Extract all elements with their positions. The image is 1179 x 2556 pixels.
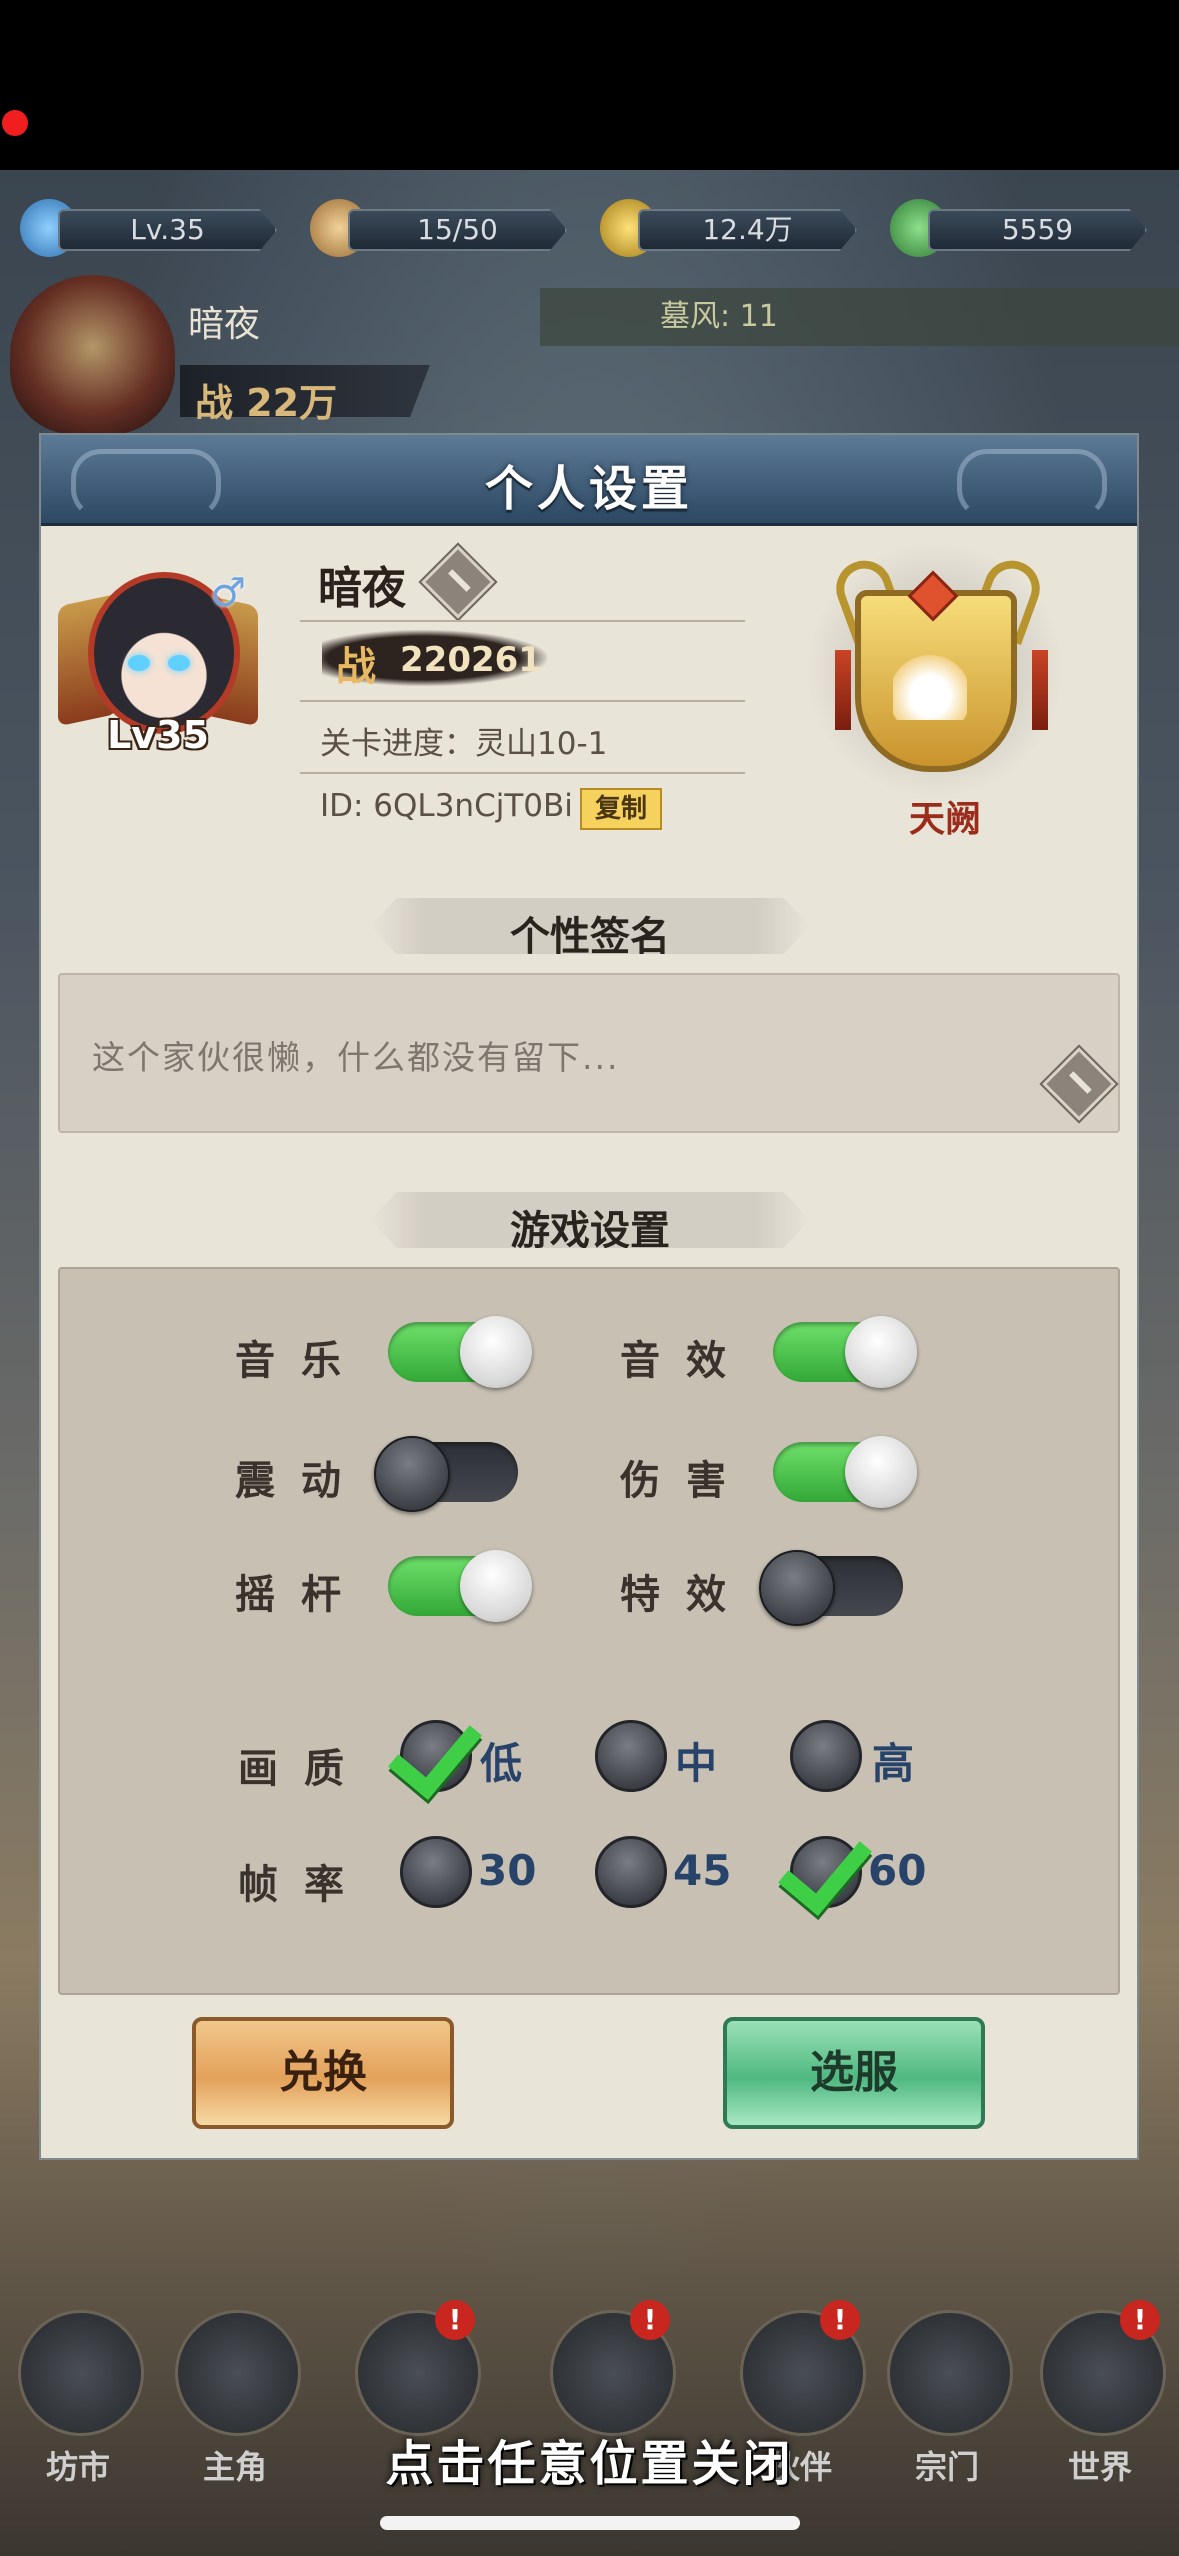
power-value: 220261 [400,640,542,680]
resource-coins[interactable]: 12.4万 [600,199,860,257]
toggle-joystick[interactable] [388,1550,532,1622]
framerate-60-radio[interactable] [778,1818,872,1916]
recording-indicator [2,110,28,136]
resource-stamina[interactable]: 15/50 [310,199,570,257]
player-id: ID: 6QL3nCjT0Bi [320,788,573,824]
avatar-eye-right [168,655,190,671]
framerate-label: 帧率 [238,1862,370,1908]
hero-icon [175,2310,301,2436]
market-icon [18,2310,144,2436]
emblem-tassel-left [835,650,851,730]
dialog-title: 个人设置 [484,461,693,517]
toggle-knob [460,1550,532,1622]
game-settings-heading: 游戏设置 [370,1192,810,1248]
toggle-label-special-effects: 特效 [620,1572,752,1618]
toggle-label-damage: 伤害 [620,1458,752,1504]
avatar-level: Lv35 [107,713,209,757]
toggle-special-effects[interactable] [759,1550,903,1626]
redeem-button[interactable]: 兑换 [192,2017,454,2129]
resource-stamina-value: 15/50 [348,209,567,251]
toggle-label-vibration: 震动 [235,1458,367,1504]
player-bar-power: 战 22万 [195,381,338,425]
toggle-knob [845,1316,917,1388]
divider [300,772,745,774]
game-settings-heading-text: 游戏设置 [510,1208,670,1254]
game-settings-box [58,1267,1120,1995]
power-label: 战 [336,644,376,690]
alert-badge: ! [1120,2300,1160,2340]
emblem-tassel-right [1032,650,1048,730]
framerate-30-radio[interactable] [400,1836,472,1908]
toggle-knob [845,1436,917,1508]
toggle-label-joystick: 摇杆 [235,1572,367,1618]
alert-badge: ! [820,2300,860,2340]
rank-label: 天阙 [908,799,981,840]
toggle-vibration[interactable] [374,1436,518,1512]
toggle-label-sound-effects: 音效 [620,1338,752,1384]
player-avatar-frame[interactable] [10,275,175,435]
framerate-30-label: 30 [478,1846,537,1895]
select-server-button[interactable]: 选服 [723,2017,985,2129]
quality-low-radio[interactable] [388,1702,482,1800]
quality-high-label: 高 [872,1739,915,1788]
male-gender-icon: ♂ [210,570,246,616]
resource-coins-value: 12.4万 [638,209,857,251]
flame-icon [893,640,967,720]
framerate-60-label: 60 [868,1846,927,1895]
sect-icon [887,2310,1013,2436]
news-ticker: 墓风: 11 [540,288,1179,346]
power-badge: 战 220261 [322,630,547,690]
toggle-music[interactable] [388,1316,532,1388]
toggle-knob [759,1550,835,1626]
avatar-eye-left [128,655,150,671]
resource-jade[interactable]: 5559 [890,199,1150,257]
toggle-knob [460,1316,532,1388]
player-bar-name: 暗夜 [188,304,261,345]
profile-name: 暗夜 [318,563,406,614]
close-hint[interactable]: 点击任意位置关闭 [0,2424,1179,2494]
quality-high-radio[interactable] [790,1720,862,1792]
stage-progress: 关卡进度：灵山10-1 [320,726,608,762]
framerate-45-radio[interactable] [595,1836,667,1908]
resource-level-value: Lv.35 [58,209,277,251]
signature-heading-text: 个性签名 [510,914,670,960]
quality-medium-label: 中 [675,1739,718,1788]
quality-low-label: 低 [480,1739,523,1788]
signature-box[interactable]: 这个家伙很懒，什么都没有留下... [58,973,1120,1133]
toggle-sound-effects[interactable] [773,1316,917,1388]
copy-id-button[interactable]: 复制 [580,788,662,830]
resource-jade-value: 5559 [928,209,1147,251]
dialog-header: 个人设置 [41,435,1137,526]
quality-label: 画质 [238,1746,370,1792]
alert-badge: ! [435,2300,475,2340]
toggle-damage[interactable] [773,1436,917,1508]
signature-heading: 个性签名 [370,898,810,954]
resource-level[interactable]: Lv.35 [20,199,280,257]
toggle-knob [374,1436,450,1512]
home-indicator[interactable] [380,2516,800,2530]
framerate-45-label: 45 [673,1846,732,1895]
profile-avatar[interactable]: ♂ Lv35 [58,560,258,760]
signature-text: 这个家伙很懒，什么都没有留下... [92,1038,620,1077]
divider [300,620,745,622]
quality-medium-radio[interactable] [595,1720,667,1792]
divider [300,700,745,702]
toggle-label-music: 音乐 [235,1338,367,1384]
alert-badge: ! [630,2300,670,2340]
